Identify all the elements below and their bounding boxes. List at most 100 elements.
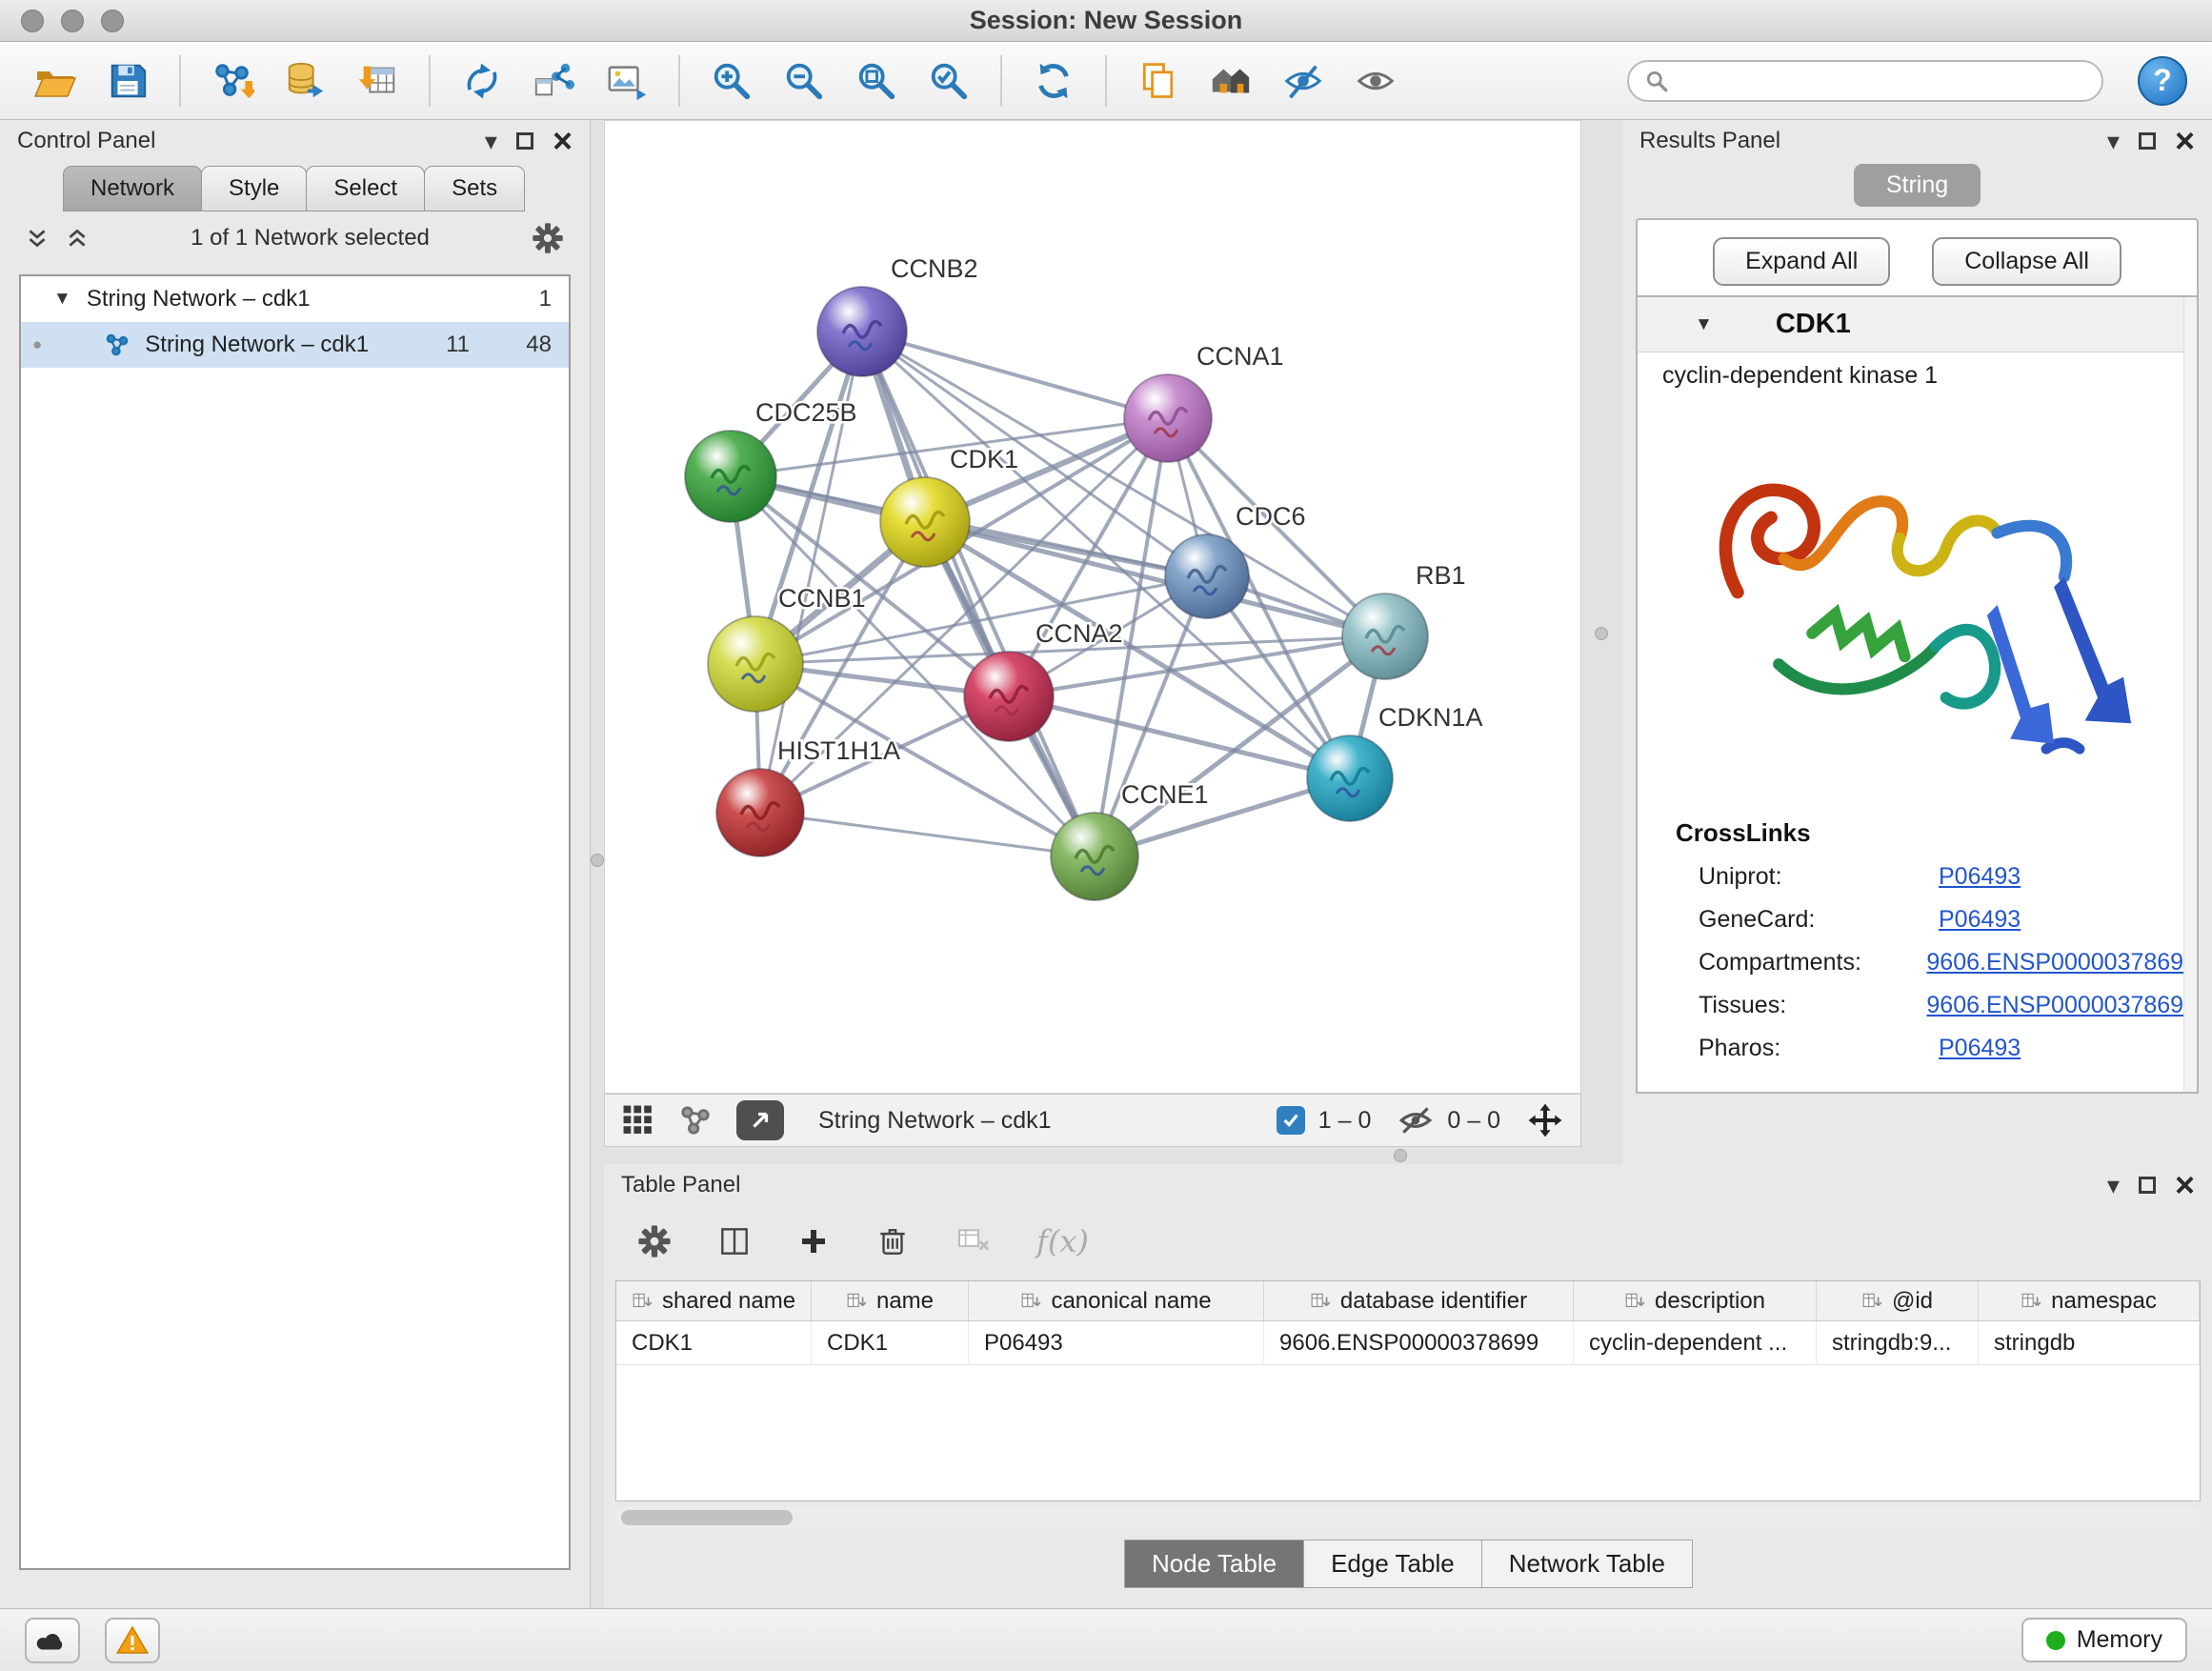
toolbar-search[interactable]	[1627, 60, 2103, 102]
float-panel-icon[interactable]	[2139, 1177, 2156, 1194]
collapse-all-button[interactable]: Collapse All	[1932, 237, 2122, 286]
hidden-eye-slash-icon[interactable]	[1398, 1104, 1434, 1137]
panel-menu-icon[interactable]: ▾	[2107, 129, 2120, 153]
birdseye-view-icon[interactable]	[679, 1104, 712, 1137]
network-graph[interactable]: CCNB2CCNA1CDC25BCDK1CDC6RB1CCNB1CCNA2CDK…	[605, 121, 1582, 1095]
float-panel-icon[interactable]	[516, 132, 533, 150]
search-input[interactable]	[1679, 68, 2086, 94]
show-graphics-button[interactable]	[1345, 50, 1406, 111]
save-session-button[interactable]	[97, 50, 158, 111]
grid-view-icon[interactable]	[622, 1104, 654, 1137]
table-row[interactable]: CDK1 CDK1 P06493 9606.ENSP00000378699 cy…	[616, 1321, 2200, 1365]
table-cell[interactable]: stringdb:9...	[1817, 1321, 1979, 1364]
splitter-handle[interactable]	[1595, 627, 1608, 640]
cloud-status-button[interactable]	[25, 1618, 80, 1663]
table-settings-gear-icon[interactable]	[636, 1223, 673, 1259]
network-from-table-button[interactable]	[524, 50, 585, 111]
scrollbar-thumb[interactable]	[621, 1510, 793, 1525]
tab-edge-table[interactable]: Edge Table	[1303, 1540, 1482, 1588]
toggle-annotations-button[interactable]	[1273, 50, 1334, 111]
panel-menu-icon[interactable]: ▾	[485, 129, 497, 153]
network-row-selected[interactable]: ● String Network – cdk1 11 48	[21, 322, 569, 368]
column-header-id[interactable]: @id	[1817, 1281, 1979, 1320]
network-node-CDC25B[interactable]	[685, 431, 776, 522]
string-results-tab[interactable]: String	[1854, 164, 1981, 207]
disclosure-triangle-icon[interactable]: ▼	[1695, 314, 1713, 335]
tab-style[interactable]: Style	[201, 166, 307, 211]
table-cell[interactable]: stringdb	[1979, 1321, 2200, 1364]
column-header-namespace[interactable]: namespac	[1979, 1281, 2200, 1320]
expand-all-button[interactable]: Expand All	[1713, 237, 1890, 286]
detach-view-button[interactable]	[736, 1100, 784, 1140]
export-image-button[interactable]	[596, 50, 657, 111]
tab-select[interactable]: Select	[306, 166, 425, 211]
table-cell[interactable]: P06493	[969, 1321, 1264, 1364]
network-node-RB1[interactable]	[1342, 594, 1428, 679]
crosslink-link[interactable]: P06493	[1939, 906, 2021, 934]
selected-checkbox-icon[interactable]	[1277, 1106, 1305, 1135]
table-cell[interactable]: 9606.ENSP00000378699	[1264, 1321, 1574, 1364]
zoom-selected-button[interactable]	[918, 50, 979, 111]
zoom-window-button[interactable]	[101, 10, 124, 32]
import-table-button[interactable]	[347, 50, 408, 111]
network-node-CDKN1A[interactable]	[1307, 735, 1393, 821]
protein-card-header[interactable]: ▼ CDK1	[1638, 297, 2197, 352]
new-network-button[interactable]	[452, 50, 513, 111]
close-panel-icon[interactable]: ×	[2175, 124, 2195, 158]
results-scrollbar[interactable]	[2183, 297, 2197, 1092]
delete-column-trash-icon[interactable]	[875, 1223, 911, 1259]
panel-menu-icon[interactable]: ▾	[2107, 1173, 2120, 1198]
open-session-button[interactable]	[25, 50, 86, 111]
network-node-CDK1[interactable]	[880, 477, 970, 567]
network-node-CCNE1[interactable]	[1051, 813, 1138, 900]
table-cell[interactable]: cyclin-dependent ...	[1574, 1321, 1817, 1364]
close-window-button[interactable]	[21, 10, 44, 32]
table-cell[interactable]: CDK1	[616, 1321, 812, 1364]
refresh-button[interactable]	[1023, 50, 1084, 111]
pan-crosshair-icon[interactable]	[1527, 1102, 1563, 1138]
column-header-canonical-name[interactable]: canonical name	[969, 1281, 1264, 1320]
network-edge[interactable]	[862, 332, 1095, 856]
network-edge[interactable]	[760, 813, 1095, 856]
import-network-database-button[interactable]	[274, 50, 335, 111]
float-panel-icon[interactable]	[2139, 132, 2156, 150]
tab-sets[interactable]: Sets	[424, 166, 525, 211]
tab-node-table[interactable]: Node Table	[1124, 1540, 1304, 1588]
home-view-button[interactable]	[1200, 50, 1261, 111]
copy-document-button[interactable]	[1128, 50, 1189, 111]
zoom-fit-button[interactable]	[846, 50, 907, 111]
column-header-name[interactable]: name	[812, 1281, 969, 1320]
minimize-window-button[interactable]	[61, 10, 84, 32]
zoom-in-button[interactable]	[701, 50, 762, 111]
close-panel-icon[interactable]: ×	[553, 124, 573, 158]
crosslink-link[interactable]: 9606.ENSP00000378699	[1926, 949, 2197, 976]
column-header-database-identifier[interactable]: database identifier	[1264, 1281, 1574, 1320]
table-horizontal-scrollbar[interactable]	[615, 1507, 2201, 1528]
network-collection-row[interactable]: ▼ String Network – cdk1 1	[21, 276, 569, 322]
warnings-button[interactable]	[105, 1618, 160, 1663]
network-view-canvas[interactable]: CCNB2CCNA1CDC25BCDK1CDC6RB1CCNB1CCNA2CDK…	[604, 120, 1581, 1094]
column-header-shared-name[interactable]: shared name	[616, 1281, 812, 1320]
splitter-handle[interactable]	[1394, 1149, 1407, 1162]
collapse-all-icon[interactable]	[25, 226, 50, 251]
crosslink-link[interactable]: P06493	[1939, 863, 2021, 891]
memory-button[interactable]: Memory	[2021, 1618, 2187, 1662]
tab-network-table[interactable]: Network Table	[1481, 1540, 1693, 1588]
crosslink-link[interactable]: 9606.ENSP00000378699	[1926, 992, 2197, 1019]
network-node-CCNB1[interactable]	[708, 616, 803, 712]
network-node-CCNA1[interactable]	[1124, 374, 1212, 462]
import-network-file-button[interactable]	[202, 50, 263, 111]
expand-all-icon[interactable]	[65, 226, 90, 251]
column-header-description[interactable]: description	[1574, 1281, 1817, 1320]
network-node-CCNA2[interactable]	[964, 652, 1054, 741]
network-node-CDC6[interactable]	[1165, 534, 1249, 618]
help-button[interactable]: ?	[2138, 56, 2187, 106]
crosslink-link[interactable]: P06493	[1939, 1035, 2021, 1062]
network-node-CCNB2[interactable]	[817, 287, 907, 376]
disclosure-triangle-icon[interactable]: ▼	[53, 289, 71, 310]
show-columns-icon[interactable]	[716, 1223, 753, 1259]
close-panel-icon[interactable]: ×	[2175, 1168, 2195, 1202]
tab-network[interactable]: Network	[63, 166, 202, 211]
splitter-handle[interactable]	[591, 854, 604, 867]
network-node-HIST1H1A[interactable]	[716, 769, 804, 856]
